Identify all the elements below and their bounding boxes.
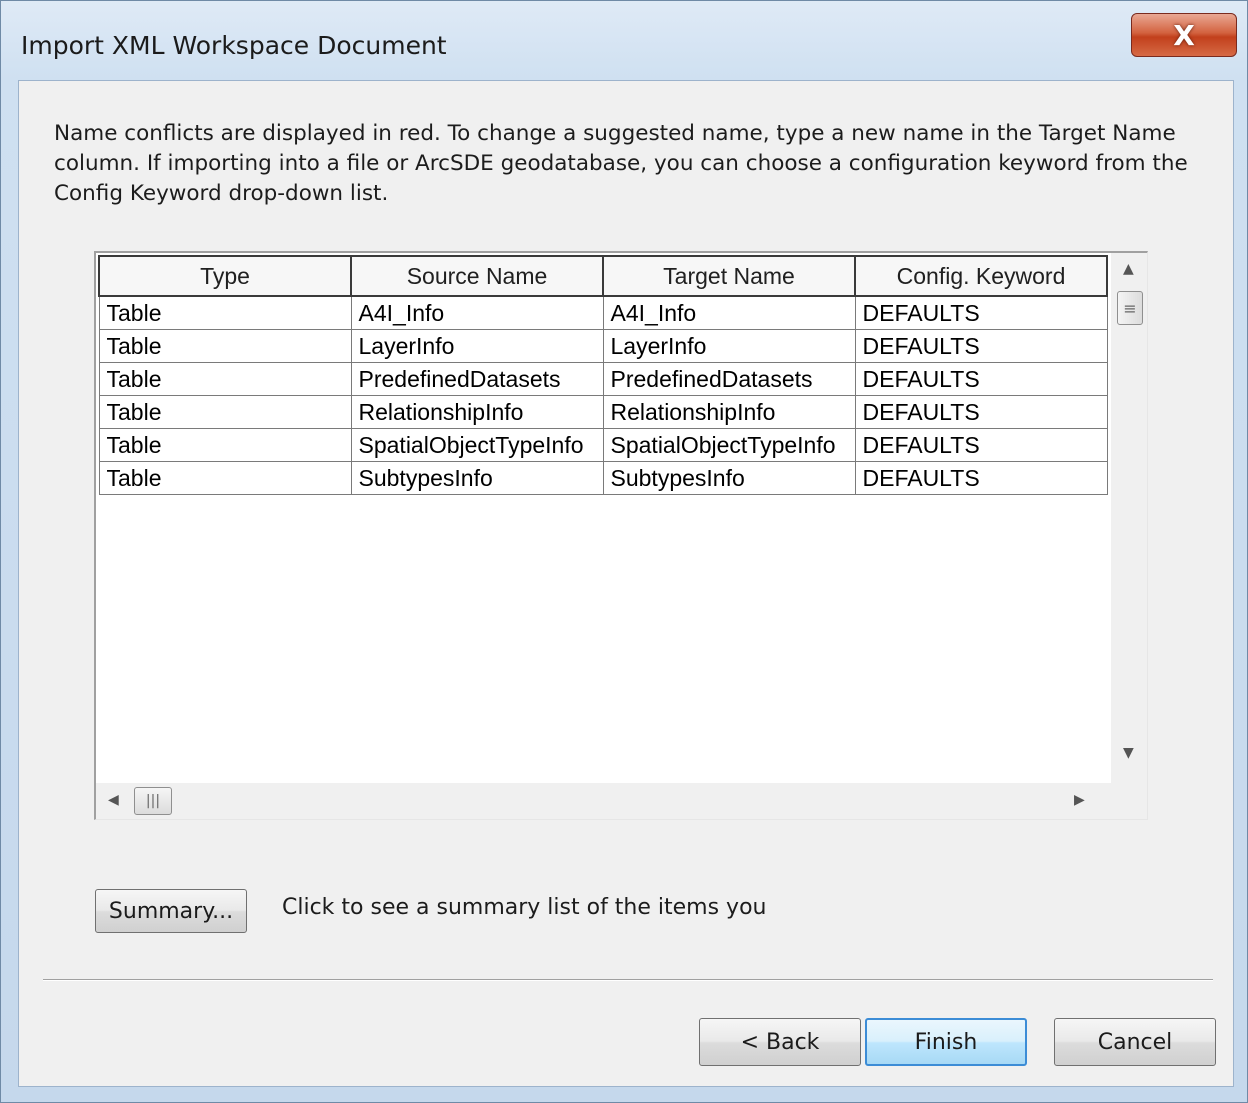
cell-target-name[interactable]: SpatialObjectTypeInfo xyxy=(602,428,856,462)
cell-source-name: SubtypesInfo xyxy=(350,461,604,495)
dialog-client-area: Name conflicts are displayed in red. To … xyxy=(18,80,1234,1087)
instructions-text: Name conflicts are displayed in red. To … xyxy=(54,121,1188,206)
finish-button[interactable]: Finish xyxy=(865,1018,1027,1066)
scrollbar-corner xyxy=(1111,783,1147,819)
cell-source-name: A4I_Info xyxy=(350,295,604,330)
table-row[interactable]: Table RelationshipInfo RelationshipInfo … xyxy=(98,395,1108,429)
cell-type: Table xyxy=(98,428,352,462)
vertical-scrollbar[interactable]: ▲ ≡ ▼ xyxy=(1111,253,1147,783)
separator xyxy=(43,979,1213,981)
grip-icon: ||| xyxy=(145,793,161,809)
table-row[interactable]: Table PredefinedDatasets PredefinedDatas… xyxy=(98,362,1108,396)
column-header-type[interactable]: Type xyxy=(98,255,352,297)
cell-type: Table xyxy=(98,362,352,396)
cell-target-name[interactable]: LayerInfo xyxy=(602,329,856,363)
table-header-row: Type Source Name Target Name Config. Key… xyxy=(98,255,1108,297)
arrow-right-icon[interactable]: ▶ xyxy=(1074,792,1085,808)
window-title: Import XML Workspace Document xyxy=(21,31,447,60)
cell-config-keyword[interactable]: DEFAULTS xyxy=(854,461,1108,495)
horizontal-scrollbar[interactable]: ◀ ||| ▶ xyxy=(96,783,1112,819)
grip-icon: ≡ xyxy=(1123,298,1137,318)
cell-target-name[interactable]: SubtypesInfo xyxy=(602,461,856,495)
summary-button[interactable]: Summary... xyxy=(95,889,247,933)
arrow-up-icon[interactable]: ▲ xyxy=(1123,261,1134,277)
back-button[interactable]: < Back xyxy=(699,1018,861,1066)
table-row[interactable]: Table SpatialObjectTypeInfo SpatialObjec… xyxy=(98,428,1108,462)
column-header-target-name[interactable]: Target Name xyxy=(602,255,856,297)
dialog-window: Import XML Workspace Document X Name con… xyxy=(0,0,1248,1103)
table-row[interactable]: Table A4I_Info A4I_Info DEFAULTS xyxy=(98,295,1108,330)
horizontal-scroll-thumb[interactable]: ||| xyxy=(134,787,172,815)
cell-target-name[interactable]: A4I_Info xyxy=(602,295,856,330)
vertical-scroll-thumb[interactable]: ≡ xyxy=(1117,291,1143,325)
cell-source-name: LayerInfo xyxy=(350,329,604,363)
table-row[interactable]: Table SubtypesInfo SubtypesInfo DEFAULTS xyxy=(98,461,1108,495)
cell-target-name[interactable]: RelationshipInfo xyxy=(602,395,856,429)
items-table: Type Source Name Target Name Config. Key… xyxy=(98,255,1108,495)
column-header-config-keyword[interactable]: Config. Keyword xyxy=(854,255,1108,297)
cell-config-keyword[interactable]: DEFAULTS xyxy=(854,395,1108,429)
cell-source-name: SpatialObjectTypeInfo xyxy=(350,428,604,462)
cell-source-name: PredefinedDatasets xyxy=(350,362,604,396)
cell-target-name[interactable]: PredefinedDatasets xyxy=(602,362,856,396)
table-row[interactable]: Table LayerInfo LayerInfo DEFAULTS xyxy=(98,329,1108,363)
cell-config-keyword[interactable]: DEFAULTS xyxy=(854,329,1108,363)
column-header-source-name[interactable]: Source Name xyxy=(350,255,604,297)
summary-description: Click to see a summary list of the items… xyxy=(282,895,767,920)
arrow-down-icon[interactable]: ▼ xyxy=(1123,745,1134,761)
cell-type: Table xyxy=(98,329,352,363)
cell-config-keyword[interactable]: DEFAULTS xyxy=(854,428,1108,462)
cell-type: Table xyxy=(98,295,352,330)
close-icon: X xyxy=(1173,18,1195,52)
cell-config-keyword[interactable]: DEFAULTS xyxy=(854,362,1108,396)
cell-source-name: RelationshipInfo xyxy=(350,395,604,429)
cell-type: Table xyxy=(98,461,352,495)
cell-config-keyword[interactable]: DEFAULTS xyxy=(854,295,1108,330)
cell-type: Table xyxy=(98,395,352,429)
arrow-left-icon[interactable]: ◀ xyxy=(108,792,119,808)
cancel-button[interactable]: Cancel xyxy=(1054,1018,1216,1066)
items-grid[interactable]: Type Source Name Target Name Config. Key… xyxy=(94,251,1148,820)
close-button[interactable]: X xyxy=(1131,13,1237,57)
